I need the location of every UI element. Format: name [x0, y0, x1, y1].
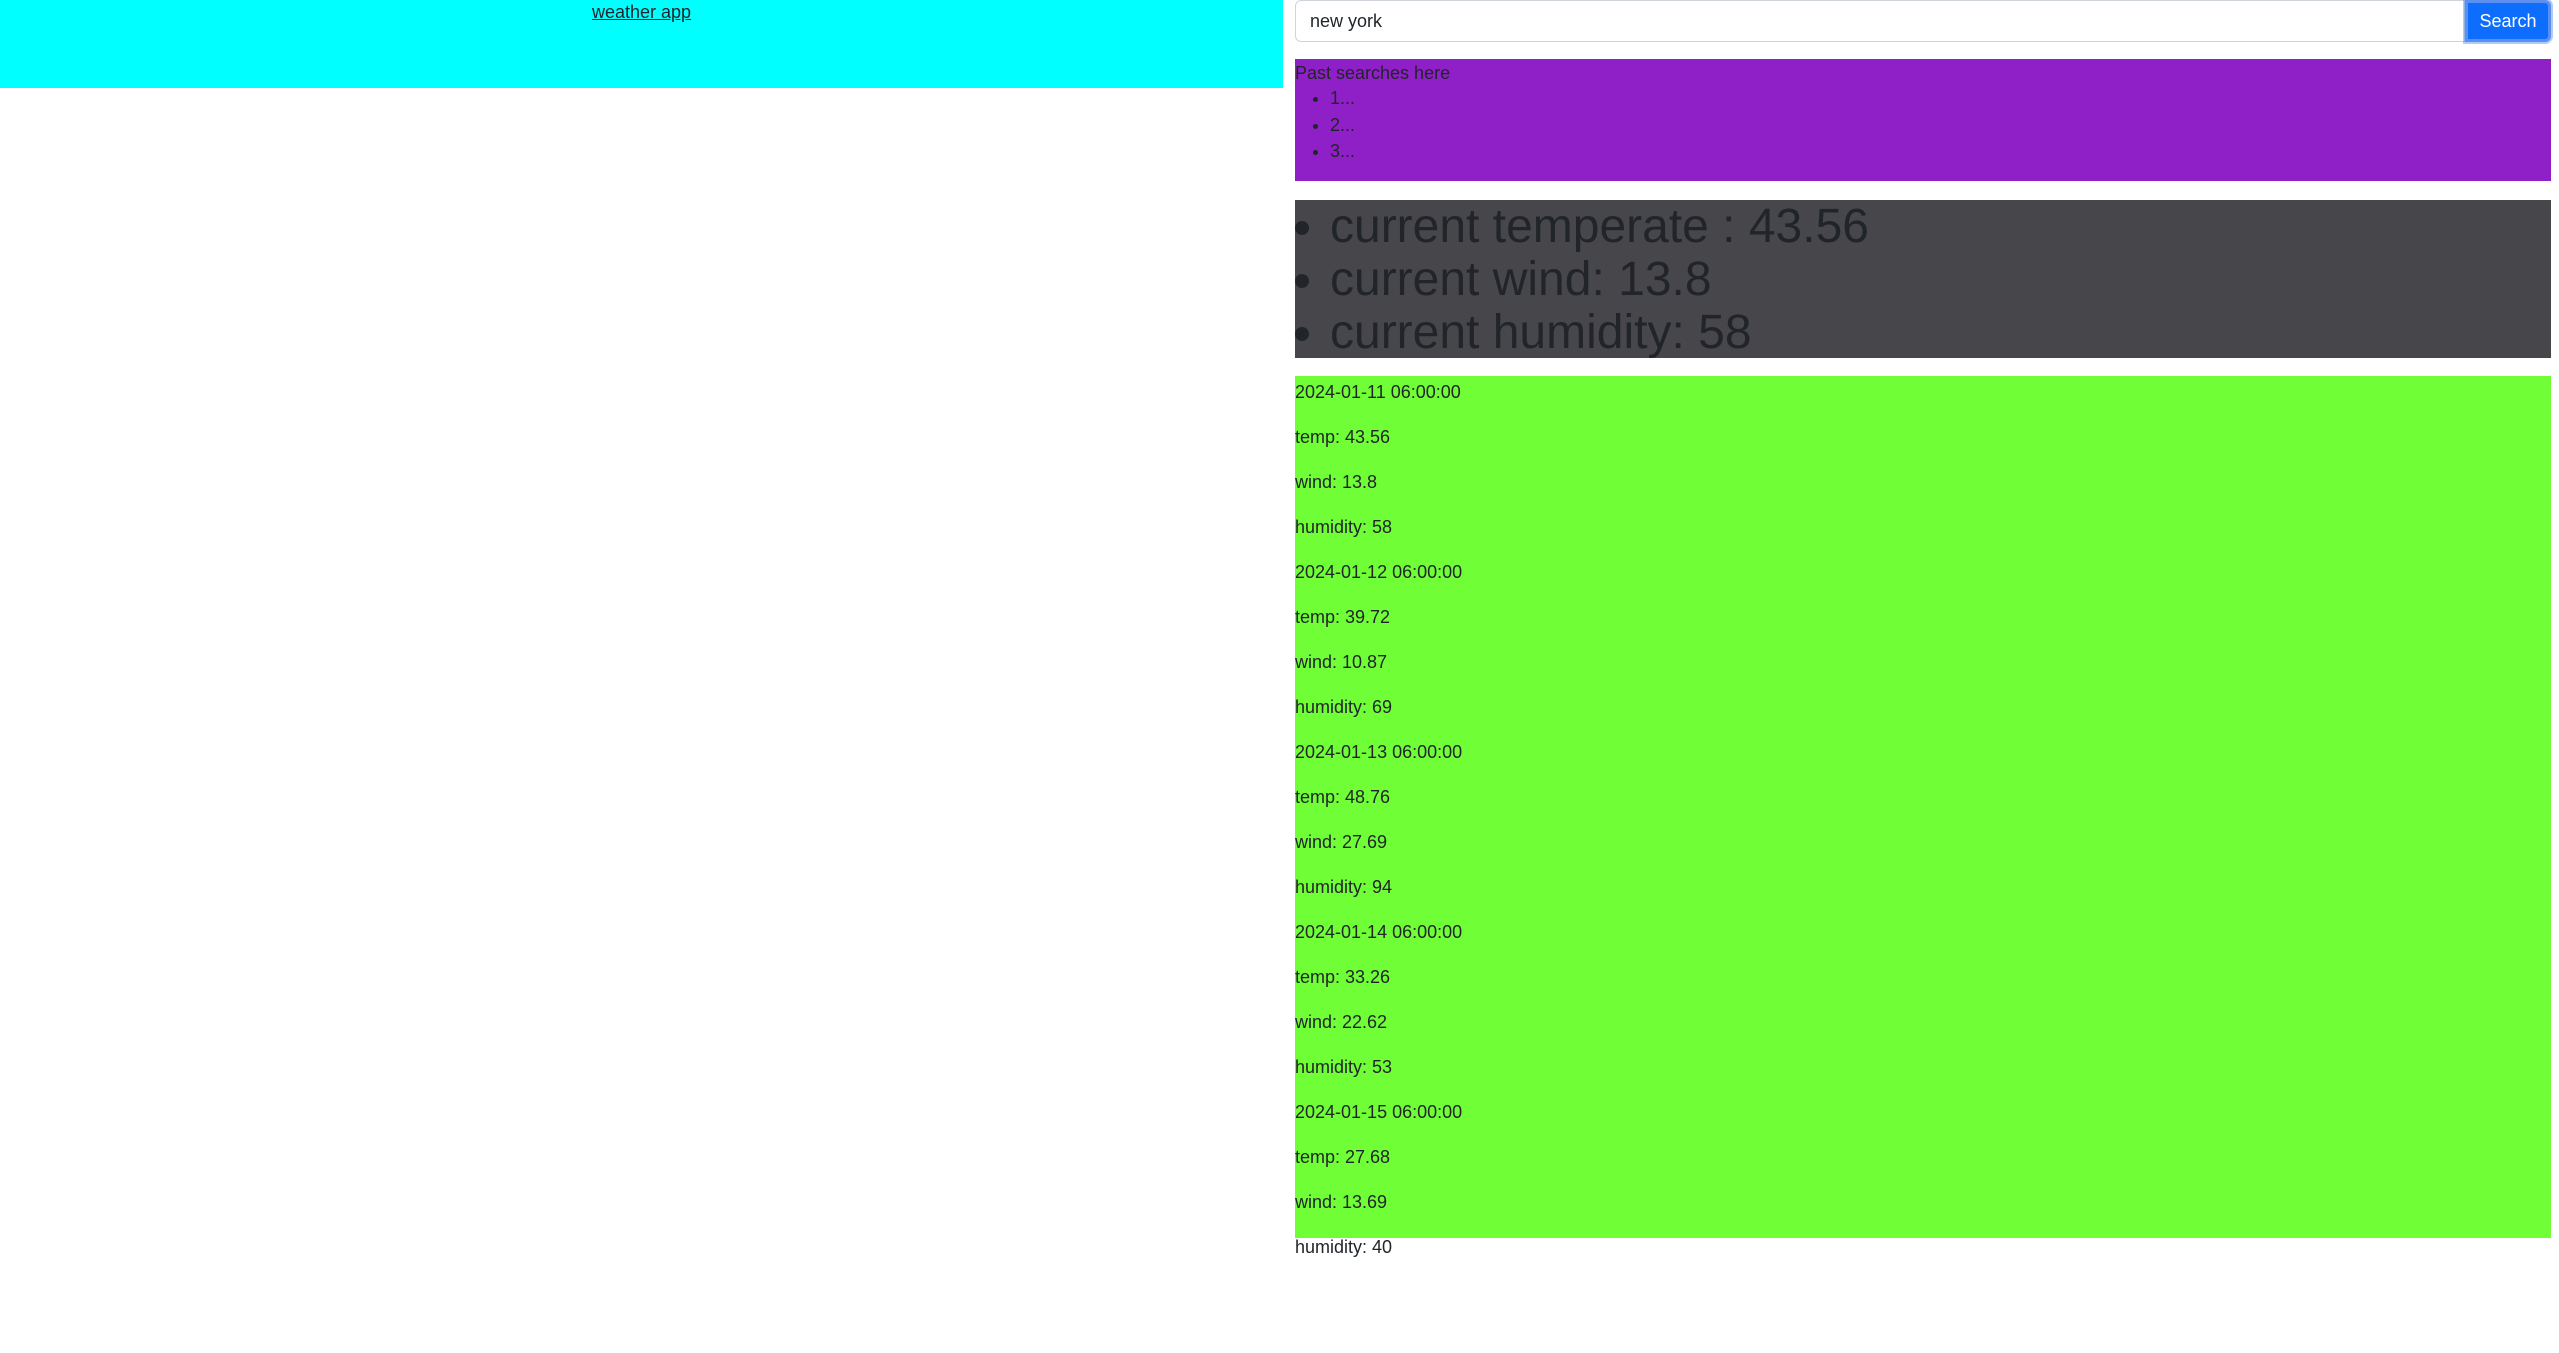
forecast-date: 2024-01-15 06:00:00	[1295, 1102, 1463, 1122]
current-temperature: current temperate : 43.56	[1330, 200, 2551, 253]
past-searches-panel: Past searches here 1... 2... 3...	[1295, 59, 2551, 181]
forecast-temp: temp: 48.76	[1295, 787, 1391, 807]
forecast-temp: temp: 39.72	[1295, 607, 1391, 627]
current-wind: current wind: 13.8	[1330, 253, 2551, 306]
forecast-wind: wind: 13.8	[1295, 472, 1378, 492]
forecast-wind: wind: 13.69	[1295, 1192, 1388, 1212]
forecast-date: 2024-01-13 06:00:00	[1295, 742, 1463, 762]
past-search-item[interactable]: 3...	[1330, 138, 1355, 165]
past-search-item[interactable]: 2...	[1330, 112, 1355, 139]
forecast-humidity: humidity: 53	[1295, 1057, 1393, 1077]
current-weather-panel: current temperate : 43.56 current wind: …	[1295, 200, 2551, 359]
forecast-date: 2024-01-11 06:00:00	[1295, 382, 1461, 402]
header-bar: weather app	[0, 0, 1283, 88]
current-humidity: current humidity: 58	[1330, 306, 2551, 359]
search-button[interactable]: Search	[2465, 0, 2551, 42]
past-searches-list: 1... 2... 3...	[1295, 85, 1355, 165]
forecast-humidity: humidity: 58	[1295, 517, 1393, 537]
forecast-humidity: humidity: 94	[1295, 877, 1393, 897]
search-form: Search	[1295, 0, 2551, 44]
forecast-temp: temp: 43.56	[1295, 427, 1391, 447]
forecast-wind: wind: 10.87	[1295, 652, 1388, 672]
forecast-wind: wind: 27.69	[1295, 832, 1388, 852]
forecast-temp: temp: 27.68	[1295, 1147, 1391, 1167]
forecast-temp: temp: 33.26	[1295, 967, 1391, 987]
past-searches-title: Past searches here	[1295, 63, 1451, 83]
past-search-item[interactable]: 1...	[1330, 85, 1355, 112]
forecast-humidity: humidity: 69	[1295, 697, 1393, 717]
forecast-humidity: humidity: 40	[1295, 1237, 1393, 1257]
search-input[interactable]	[1295, 0, 2465, 42]
weather-app-link[interactable]: weather app	[592, 2, 691, 23]
forecast-date: 2024-01-14 06:00:00	[1295, 922, 1463, 942]
main-panel: Search Past searches here 1... 2... 3...…	[1295, 0, 2551, 1257]
forecast-panel: 2024-01-11 06:00:00 temp: 43.56 wind: 13…	[1295, 376, 2551, 1257]
forecast-wind: wind: 22.62	[1295, 1012, 1388, 1032]
forecast-date: 2024-01-12 06:00:00	[1295, 562, 1463, 582]
current-weather-list: current temperate : 43.56 current wind: …	[1295, 200, 2551, 359]
